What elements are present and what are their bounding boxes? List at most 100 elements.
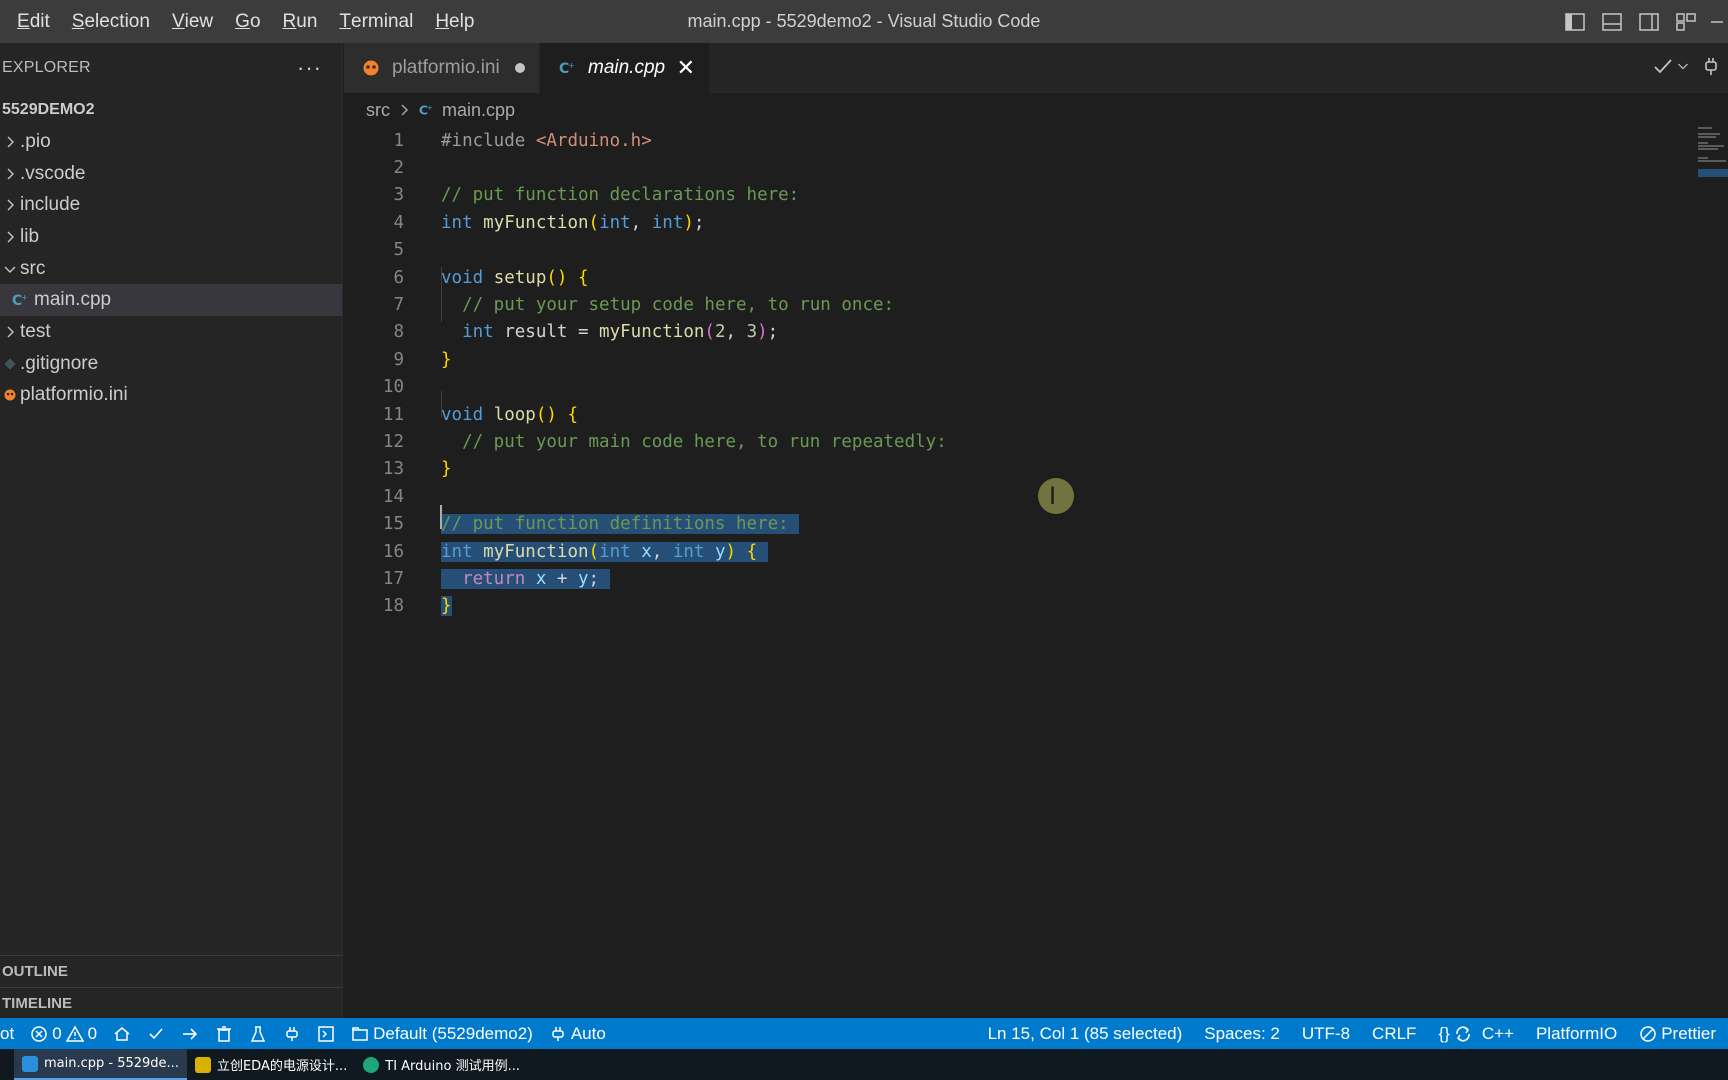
language-braces-icon[interactable]: {} (1430, 1018, 1451, 1049)
minimize-button[interactable] (1704, 0, 1728, 43)
tree-item-platformio-ini[interactable]: platformio.ini (0, 380, 342, 412)
code-line: 10 (344, 374, 1728, 401)
toggle-panel-button[interactable] (1593, 0, 1630, 43)
prettier-label: Prettier (1661, 1023, 1716, 1043)
tree-item-label: test (20, 320, 51, 342)
tree-item-pio[interactable]: .pio (0, 126, 342, 158)
prettier-indicator[interactable]: Prettier (1631, 1018, 1728, 1049)
outline-section-header[interactable]: OUTLINE (0, 955, 343, 986)
line-content: int myFunction(int, int); (441, 212, 705, 233)
timeline-section-header[interactable]: TIMELINE (0, 987, 343, 1018)
line-number: 5 (393, 240, 404, 261)
line-content: #include <Arduino.h> (441, 130, 652, 151)
customize-layout-button[interactable] (1667, 0, 1704, 43)
platformio-build-button[interactable] (139, 1018, 173, 1049)
indentation[interactable]: Spaces: 2 (1196, 1018, 1294, 1049)
code-line: 2 (344, 154, 1728, 181)
taskbar-item-browser[interactable]: TI Arduino 测试用例... (355, 1049, 528, 1080)
tree-item-src[interactable]: src (0, 253, 342, 285)
menu-help[interactable]: Help (424, 0, 485, 43)
encoding[interactable]: UTF-8 (1294, 1018, 1364, 1049)
cpp-file-icon: C + (558, 59, 580, 77)
status-bar: ot 0 0 Default (5529demo2) Auto Ln 15, C… (0, 1018, 1728, 1049)
tab-main-cpp[interactable]: C + main.cpp ✕ (540, 43, 710, 93)
project-environment[interactable]: Default (5529demo2) (343, 1018, 541, 1049)
chevron-down-icon[interactable] (1676, 59, 1690, 78)
tab-platformio-ini[interactable]: platformio.ini (344, 43, 540, 93)
line-number: 10 (382, 377, 404, 398)
line-number: 3 (393, 185, 404, 206)
upload-port[interactable]: Auto (541, 1018, 614, 1049)
plug-icon (552, 1026, 564, 1041)
tree-item-include[interactable]: include (0, 189, 342, 221)
sidebar-left-icon (1564, 12, 1585, 31)
code-line: 9} (344, 346, 1728, 373)
code-line: 5 (344, 237, 1728, 264)
tree-item-lib[interactable]: lib (0, 221, 342, 253)
platformio-home-button[interactable] (105, 1018, 139, 1049)
error-count: 0 (52, 1023, 62, 1043)
menu-selection[interactable]: Selection (61, 0, 161, 43)
sidebar-right-icon (1638, 12, 1659, 31)
checkmark-icon[interactable] (1652, 55, 1674, 82)
tree-item-label: platformio.ini (20, 384, 128, 406)
taskbar-item-label: 立创EDA的电源设计... (216, 1059, 348, 1074)
vscode-app-icon (22, 1055, 38, 1072)
breadcrumb-file[interactable]: main.cpp (442, 100, 515, 121)
menu-terminal[interactable]: Terminal (328, 0, 424, 43)
port-label: Auto (570, 1023, 606, 1043)
remote-indicator[interactable]: ot (0, 1018, 22, 1049)
taskbar-item-eda[interactable]: 立创EDA的电源设计... (187, 1049, 355, 1080)
chevron-right-icon (0, 136, 20, 148)
code-editor[interactable]: 1 #include <Arduino.h> 2 3 // put function… (344, 127, 1728, 1018)
language-mode[interactable]: C++ (1474, 1018, 1528, 1049)
menu-run[interactable]: Run (272, 0, 329, 43)
platformio-test-button[interactable] (241, 1018, 275, 1049)
platformio-terminal-button[interactable] (309, 1018, 343, 1049)
warning-count: 0 (87, 1023, 98, 1043)
git-file-icon (0, 357, 20, 370)
close-tab-icon[interactable]: ✕ (677, 57, 695, 79)
line-content: // put your setup code here, to run once… (462, 295, 895, 316)
error-icon (31, 1025, 47, 1042)
tree-item-label: .gitignore (20, 352, 99, 374)
platformio-upload-button[interactable] (173, 1018, 207, 1049)
layout-grid-icon (1675, 12, 1696, 31)
svg-text:+: + (427, 103, 433, 112)
menu-edit[interactable]: Edit (6, 0, 61, 43)
end-of-line[interactable]: CRLF (1364, 1018, 1430, 1049)
problems-indicator[interactable]: 0 0 (22, 1018, 105, 1049)
tree-item-vscode[interactable]: .vscode (0, 158, 342, 190)
minimap[interactable] (1692, 127, 1728, 177)
platformio-monitor-button[interactable] (275, 1018, 309, 1049)
sync-icon[interactable] (1452, 1018, 1474, 1049)
code-line: 1 #include <Arduino.h> (344, 127, 1728, 154)
more-actions-icon[interactable]: ··· (297, 57, 322, 79)
line-number: 13 (382, 459, 404, 480)
plug-icon[interactable] (1700, 55, 1722, 82)
line-content: // put function declarations here: (441, 185, 800, 206)
line-content: return x + y; (441, 569, 610, 590)
explorer-sidebar: EXPLORER ··· 5529DEMO2 .pio .vscode incl… (0, 43, 343, 1018)
taskbar-item-vscode[interactable]: main.cpp - 5529de... (14, 1049, 187, 1080)
tree-item-gitignore[interactable]: .gitignore (0, 348, 342, 380)
chevron-right-icon (0, 326, 20, 338)
breadcrumb-folder[interactable]: src (366, 100, 390, 121)
tree-item-test[interactable]: test (0, 316, 342, 348)
toggle-secondary-sidebar-button[interactable] (1630, 0, 1667, 43)
plug-icon (286, 1026, 298, 1041)
taskbar-item-label: TI Arduino 测试用例... (385, 1059, 520, 1074)
line-number: 15 (382, 514, 404, 535)
menu-go[interactable]: Go (224, 0, 271, 43)
unsaved-dot-icon (515, 63, 525, 73)
taskbar-item-label: main.cpp - 5529de... (44, 1056, 179, 1071)
tree-item-main-cpp[interactable]: C + main.cpp (0, 284, 342, 317)
menu-view[interactable]: View (161, 0, 224, 43)
toggle-primary-sidebar-button[interactable] (1556, 0, 1593, 43)
editor-actions (1652, 43, 1728, 93)
platformio-indicator[interactable]: PlatformIO (1528, 1018, 1631, 1049)
arrow-right-icon (183, 1027, 198, 1040)
platformio-clean-button[interactable] (207, 1018, 241, 1049)
cursor-position[interactable]: Ln 15, Col 1 (85 selected) (980, 1018, 1197, 1049)
project-folder-header[interactable]: 5529DEMO2 (0, 93, 342, 126)
